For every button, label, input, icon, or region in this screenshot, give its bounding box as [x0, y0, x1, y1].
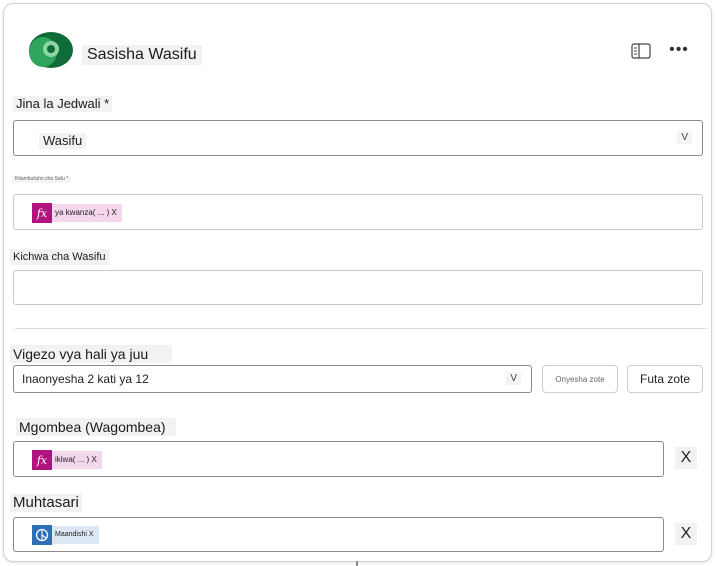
section-divider — [15, 328, 707, 329]
chevron-down-icon[interactable]: V — [506, 372, 521, 385]
token-text: ya kwanza( ... ) X — [52, 204, 122, 222]
summary-field[interactable]: Maandishi X — [13, 517, 664, 552]
table-name-value: Wasifu — [39, 133, 87, 149]
row-id-field[interactable]: fx ya kwanza( ... ) X — [13, 194, 703, 230]
chevron-down-icon[interactable]: V — [677, 131, 692, 144]
candidate-label: Mgombea (Wagombea) — [16, 418, 176, 436]
action-title: Sasisha Wasifu — [82, 45, 202, 65]
token-text: Maandishi X — [52, 526, 99, 544]
fx-icon: fx — [32, 203, 52, 223]
fx-icon: fx — [32, 450, 52, 470]
headline-input[interactable] — [13, 270, 703, 305]
token-text: ikiwa( ... ) X — [52, 451, 102, 469]
clear-all-button[interactable]: Futa zote — [627, 365, 703, 393]
connector-stub — [356, 561, 358, 566]
candidate-field[interactable]: fx ikiwa( ... ) X — [13, 441, 664, 477]
candidate-expression-token[interactable]: fx ikiwa( ... ) X — [32, 450, 102, 470]
row-id-expression-token[interactable]: fx ya kwanza( ... ) X — [32, 203, 122, 223]
table-name-select[interactable]: Wasifu V — [13, 120, 703, 156]
remove-candidate-button[interactable]: X — [675, 447, 697, 469]
summary-dynamic-token[interactable]: Maandishi X — [32, 525, 99, 545]
headline-label: Kichwa cha Wasifu — [10, 249, 109, 265]
remove-summary-button[interactable]: X — [675, 523, 697, 545]
show-all-button[interactable]: Onyesha zote — [542, 365, 618, 393]
table-name-label: Jina la Jedwali * — [13, 96, 113, 112]
more-options-icon[interactable]: ••• — [669, 41, 689, 59]
action-card: Sasisha Wasifu ••• Jina la Jedwali * Was… — [3, 3, 712, 562]
summary-label: Muhtasari — [10, 494, 82, 512]
row-id-label: Kitambulisho cha Safu * — [12, 176, 72, 183]
advanced-params-select[interactable]: Inaonyesha 2 kati ya 12 V — [13, 365, 532, 393]
dataverse-logo-icon — [29, 32, 73, 68]
advanced-params-label: Vigezo vya hali ya juu — [10, 345, 173, 363]
advanced-params-value: Inaonyesha 2 kati ya 12 — [22, 372, 149, 386]
side-panel-icon[interactable] — [631, 42, 651, 60]
dataverse-icon — [32, 525, 52, 545]
